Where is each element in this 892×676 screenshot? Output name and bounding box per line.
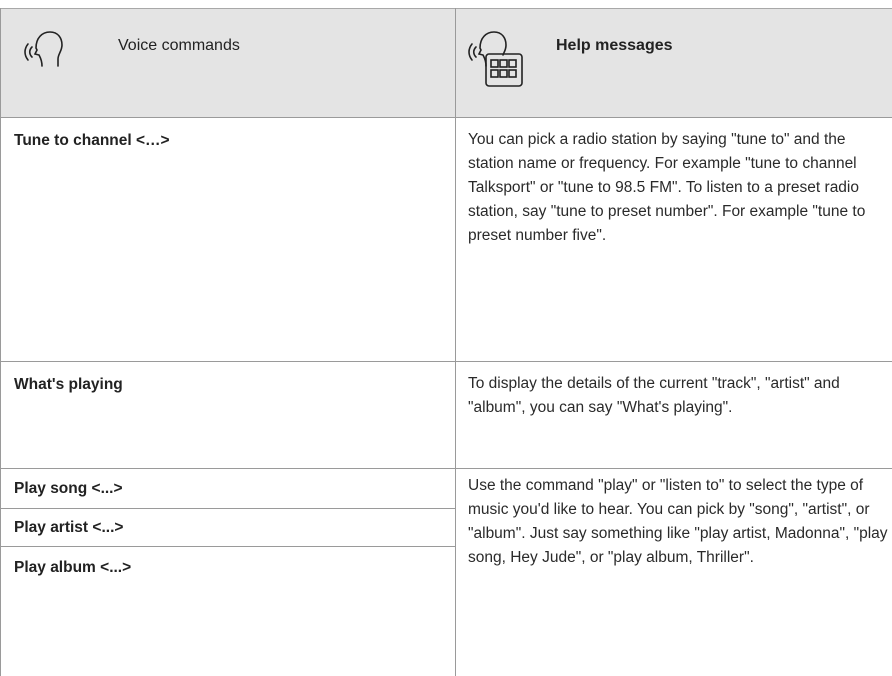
help-tune-to-channel: You can pick a radio station by saying "…: [468, 131, 866, 244]
voice-commands-heading: Voice commands: [118, 37, 240, 54]
command-play-artist: Play artist <...>: [14, 519, 124, 536]
subrow-divider-1: [0, 508, 455, 509]
command-tune-to-channel: Tune to channel <…>: [14, 132, 170, 149]
row-divider-1: [0, 361, 892, 362]
command-whats-playing: What's playing: [14, 376, 123, 393]
table-left-border: [0, 8, 1, 676]
voice-keypad-icon: [466, 26, 546, 101]
voice-head-icon: [20, 26, 68, 79]
row-divider-2: [0, 468, 892, 469]
column-divider: [455, 8, 456, 676]
help-play-music: Use the command "play" or "listen to" to…: [468, 477, 888, 566]
command-play-song: Play song <...>: [14, 480, 123, 497]
command-play-album: Play album <...>: [14, 559, 132, 576]
help-whats-playing: To display the details of the current "t…: [468, 375, 840, 416]
help-messages-heading: Help messages: [556, 37, 673, 54]
table-header: [0, 8, 892, 118]
header-bottom-rule: [0, 117, 892, 118]
voice-commands-table: Voice commands Help messages Tune to cha…: [0, 0, 892, 676]
subrow-divider-2: [0, 546, 455, 547]
